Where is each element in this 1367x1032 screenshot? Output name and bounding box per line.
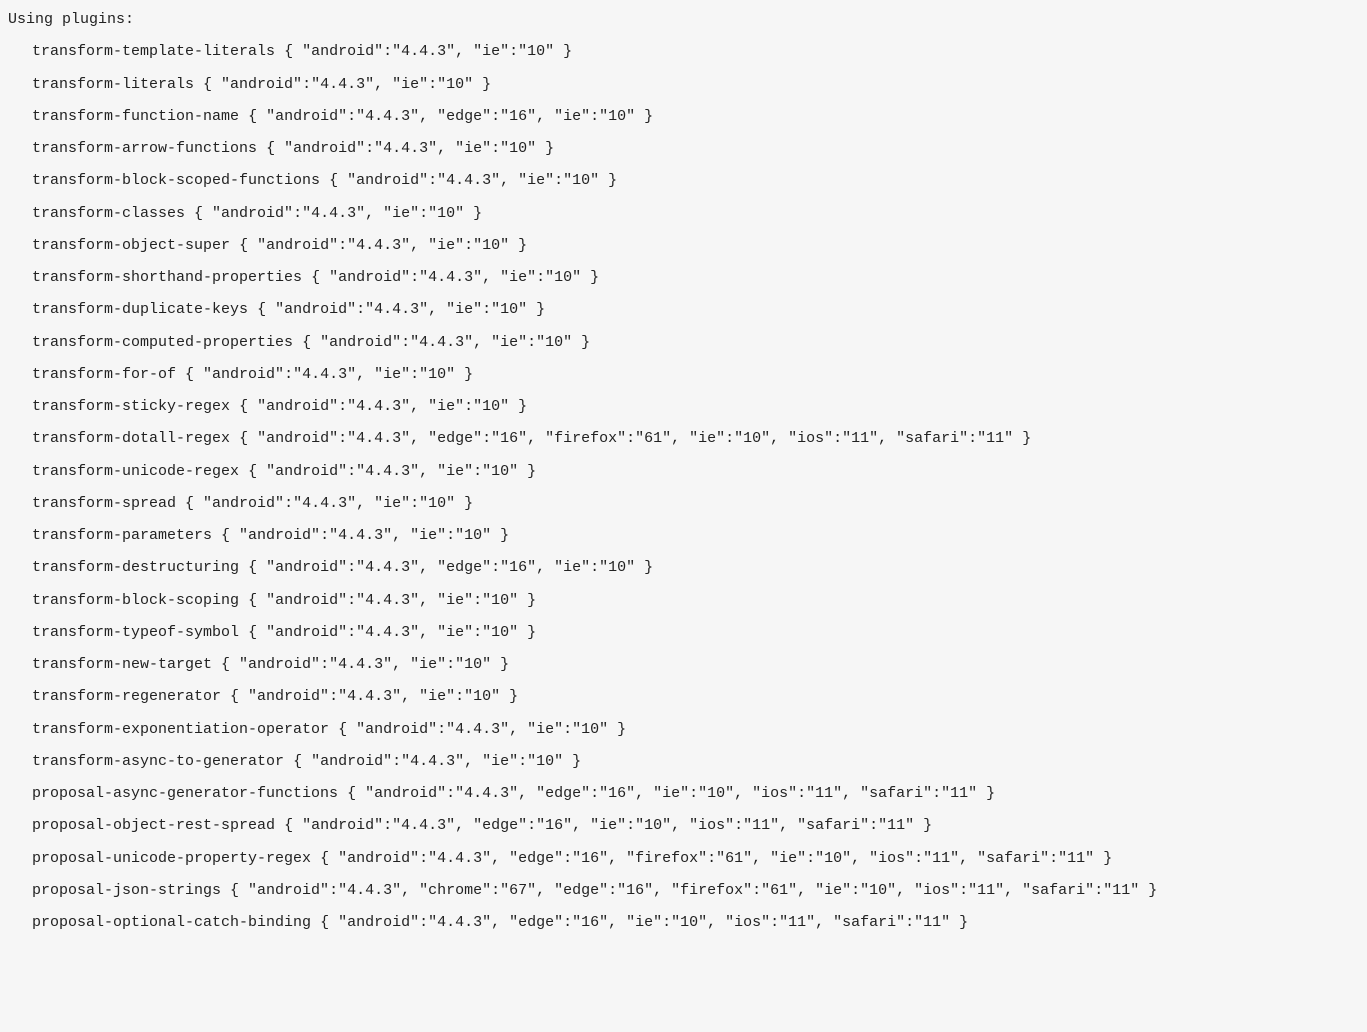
plugin-line: transform-new-target { "android":"4.4.3"… <box>4 649 1367 681</box>
plugin-targets: { "android":"4.4.3", "ie":"10" } <box>248 592 536 609</box>
plugin-name: transform-function-name <box>32 108 239 125</box>
plugin-targets: { "android":"4.4.3", "ie":"10" } <box>257 301 545 318</box>
plugin-name: transform-regenerator <box>32 688 221 705</box>
plugin-targets: { "android":"4.4.3", "edge":"16", "ie":"… <box>284 817 932 834</box>
plugin-line: transform-object-super { "android":"4.4.… <box>4 230 1367 262</box>
plugin-output: Using plugins:transform-template-literal… <box>4 4 1367 939</box>
plugin-targets: { "android":"4.4.3", "ie":"10" } <box>239 237 527 254</box>
plugin-line: proposal-json-strings { "android":"4.4.3… <box>4 875 1367 907</box>
plugin-targets: { "android":"4.4.3", "edge":"16", "ie":"… <box>347 785 995 802</box>
plugin-line: transform-arrow-functions { "android":"4… <box>4 133 1367 165</box>
plugin-targets: { "android":"4.4.3", "ie":"10" } <box>203 76 491 93</box>
plugin-name: transform-computed-properties <box>32 334 293 351</box>
plugin-line: transform-spread { "android":"4.4.3", "i… <box>4 488 1367 520</box>
plugin-list: transform-template-literals { "android":… <box>4 36 1367 939</box>
plugin-line: transform-destructuring { "android":"4.4… <box>4 552 1367 584</box>
plugin-name: transform-for-of <box>32 366 176 383</box>
plugin-name: transform-literals <box>32 76 194 93</box>
plugin-targets: { "android":"4.4.3", "ie":"10" } <box>248 463 536 480</box>
plugin-line: transform-regenerator { "android":"4.4.3… <box>4 681 1367 713</box>
plugin-line: transform-duplicate-keys { "android":"4.… <box>4 294 1367 326</box>
plugin-name: transform-classes <box>32 205 185 222</box>
plugin-name: proposal-json-strings <box>32 882 221 899</box>
plugin-line: transform-block-scoping { "android":"4.4… <box>4 585 1367 617</box>
plugin-targets: { "android":"4.4.3", "ie":"10" } <box>338 721 626 738</box>
plugin-line: transform-sticky-regex { "android":"4.4.… <box>4 391 1367 423</box>
plugin-line: proposal-optional-catch-binding { "andro… <box>4 907 1367 939</box>
plugin-line: proposal-async-generator-functions { "an… <box>4 778 1367 810</box>
plugin-name: transform-parameters <box>32 527 212 544</box>
plugin-name: transform-shorthand-properties <box>32 269 302 286</box>
plugin-name: transform-new-target <box>32 656 212 673</box>
plugin-targets: { "android":"4.4.3", "ie":"10" } <box>221 527 509 544</box>
plugin-targets: { "android":"4.4.3", "ie":"10" } <box>230 688 518 705</box>
plugin-targets: { "android":"4.4.3", "ie":"10" } <box>248 624 536 641</box>
plugin-line: transform-dotall-regex { "android":"4.4.… <box>4 423 1367 455</box>
plugin-targets: { "android":"4.4.3", "ie":"10" } <box>266 140 554 157</box>
plugin-name: transform-block-scoped-functions <box>32 172 320 189</box>
plugin-targets: { "android":"4.4.3", "ie":"10" } <box>194 205 482 222</box>
plugin-targets: { "android":"4.4.3", "ie":"10" } <box>302 334 590 351</box>
plugin-targets: { "android":"4.4.3", "ie":"10" } <box>221 656 509 673</box>
plugin-targets: { "android":"4.4.3", "ie":"10" } <box>329 172 617 189</box>
plugin-line: transform-classes { "android":"4.4.3", "… <box>4 198 1367 230</box>
plugin-name: transform-template-literals <box>32 43 275 60</box>
plugin-line: proposal-object-rest-spread { "android":… <box>4 810 1367 842</box>
plugin-line: transform-for-of { "android":"4.4.3", "i… <box>4 359 1367 391</box>
plugin-name: transform-typeof-symbol <box>32 624 239 641</box>
plugin-targets: { "android":"4.4.3", "ie":"10" } <box>293 753 581 770</box>
plugin-targets: { "android":"4.4.3", "chrome":"67", "edg… <box>230 882 1157 899</box>
plugin-line: proposal-unicode-property-regex { "andro… <box>4 843 1367 875</box>
plugin-line: transform-block-scoped-functions { "andr… <box>4 165 1367 197</box>
plugin-name: transform-duplicate-keys <box>32 301 248 318</box>
plugin-line: transform-unicode-regex { "android":"4.4… <box>4 456 1367 488</box>
plugin-name: transform-spread <box>32 495 176 512</box>
plugin-line: transform-literals { "android":"4.4.3", … <box>4 69 1367 101</box>
plugin-name: transform-object-super <box>32 237 230 254</box>
plugin-line: transform-function-name { "android":"4.4… <box>4 101 1367 133</box>
plugin-targets: { "android":"4.4.3", "edge":"16", "firef… <box>239 430 1031 447</box>
plugin-name: proposal-optional-catch-binding <box>32 914 311 931</box>
plugin-line: transform-exponentiation-operator { "and… <box>4 714 1367 746</box>
plugin-targets: { "android":"4.4.3", "edge":"16", "ie":"… <box>320 914 968 931</box>
plugin-line: transform-parameters { "android":"4.4.3"… <box>4 520 1367 552</box>
plugin-line: transform-computed-properties { "android… <box>4 327 1367 359</box>
plugin-targets: { "android":"4.4.3", "ie":"10" } <box>185 495 473 512</box>
header-line: Using plugins: <box>4 4 1367 36</box>
plugin-name: transform-destructuring <box>32 559 239 576</box>
plugin-targets: { "android":"4.4.3", "ie":"10" } <box>284 43 572 60</box>
plugin-line: transform-shorthand-properties { "androi… <box>4 262 1367 294</box>
plugin-name: transform-dotall-regex <box>32 430 230 447</box>
plugin-name: transform-async-to-generator <box>32 753 284 770</box>
plugin-name: transform-exponentiation-operator <box>32 721 329 738</box>
plugin-name: proposal-async-generator-functions <box>32 785 338 802</box>
plugin-targets: { "android":"4.4.3", "edge":"16", "firef… <box>320 850 1112 867</box>
plugin-targets: { "android":"4.4.3", "ie":"10" } <box>185 366 473 383</box>
plugin-line: transform-async-to-generator { "android"… <box>4 746 1367 778</box>
plugin-targets: { "android":"4.4.3", "edge":"16", "ie":"… <box>248 559 653 576</box>
plugin-line: transform-template-literals { "android":… <box>4 36 1367 68</box>
plugin-name: proposal-unicode-property-regex <box>32 850 311 867</box>
plugin-name: transform-sticky-regex <box>32 398 230 415</box>
plugin-targets: { "android":"4.4.3", "ie":"10" } <box>239 398 527 415</box>
plugin-name: transform-block-scoping <box>32 592 239 609</box>
plugin-name: proposal-object-rest-spread <box>32 817 275 834</box>
plugin-targets: { "android":"4.4.3", "ie":"10" } <box>311 269 599 286</box>
plugin-targets: { "android":"4.4.3", "edge":"16", "ie":"… <box>248 108 653 125</box>
plugin-line: transform-typeof-symbol { "android":"4.4… <box>4 617 1367 649</box>
plugin-name: transform-unicode-regex <box>32 463 239 480</box>
plugin-name: transform-arrow-functions <box>32 140 257 157</box>
